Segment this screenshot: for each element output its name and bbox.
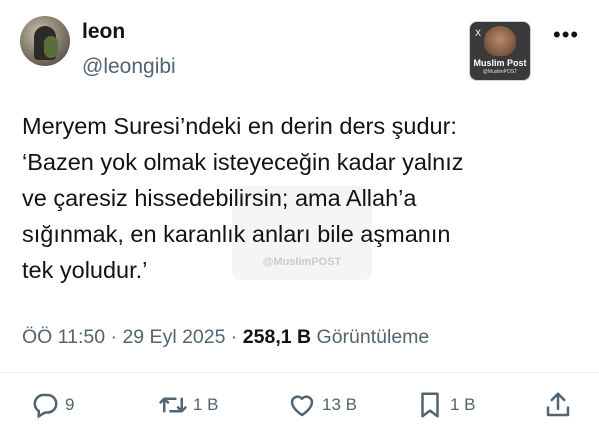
- divider: [0, 372, 599, 373]
- like-count: 13 B: [322, 395, 357, 414]
- avatar[interactable]: [20, 16, 70, 66]
- badge-title: Muslim Post: [473, 58, 527, 68]
- author-name[interactable]: leon: [82, 20, 125, 44]
- tweet-text: Meryem Suresi’ndeki en derin ders şudur:…: [22, 108, 582, 288]
- author-handle[interactable]: @leongibi: [82, 55, 176, 79]
- bookmark-icon: [421, 392, 439, 418]
- badge-portrait: [484, 26, 516, 56]
- badge-subtitle: @MuslimPOST: [482, 69, 518, 75]
- tweet-time[interactable]: ÖÖ 11:50: [22, 326, 105, 348]
- like-button[interactable]: 13 B: [287, 390, 357, 420]
- tweet-line: ‘Bazen yok olmak isteyeceğin kadar yalnı…: [22, 149, 464, 175]
- avatar-plant: [44, 36, 58, 58]
- action-bar: 9 1 B 13 B 1 B: [0, 384, 599, 428]
- reply-count: 9: [65, 395, 75, 414]
- views-label: Görüntüleme: [311, 326, 430, 348]
- tweet-line: sığınmak, en karanlık anları bile aşmanı…: [22, 221, 451, 247]
- meta-separator: ·: [105, 326, 123, 348]
- bookmark-button[interactable]: 1 B: [415, 390, 476, 420]
- tweet-line: Meryem Suresi’ndeki en derin ders şudur:: [22, 113, 457, 139]
- share-button[interactable]: [543, 390, 573, 420]
- tweet-meta: ÖÖ 11:50 · 29 Eyl 2025 · 258,1 B Görüntü…: [22, 326, 429, 349]
- share-icon: [546, 392, 570, 417]
- heart-icon: [290, 395, 314, 417]
- bookmark-count: 1 B: [450, 395, 476, 414]
- muslim-post-badge: X Muslim Post @MuslimPOST: [470, 22, 530, 80]
- retweet-button[interactable]: 1 B: [158, 390, 219, 420]
- tweet-line: ve çaresiz hissedebilirsin; ama Allah’a: [22, 185, 417, 211]
- more-options-icon[interactable]: •••: [553, 22, 579, 48]
- retweet-icon: [159, 397, 187, 413]
- tweet-date[interactable]: 29 Eyl 2025: [122, 326, 225, 348]
- meta-separator: ·: [225, 326, 243, 348]
- reply-icon: [33, 393, 58, 419]
- retweet-count: 1 B: [193, 395, 219, 414]
- tweet-line: tek yoludur.’: [22, 257, 148, 283]
- view-count: 258,1 B: [242, 326, 312, 348]
- x-logo-icon: X: [475, 28, 482, 38]
- reply-button[interactable]: 9: [30, 390, 74, 420]
